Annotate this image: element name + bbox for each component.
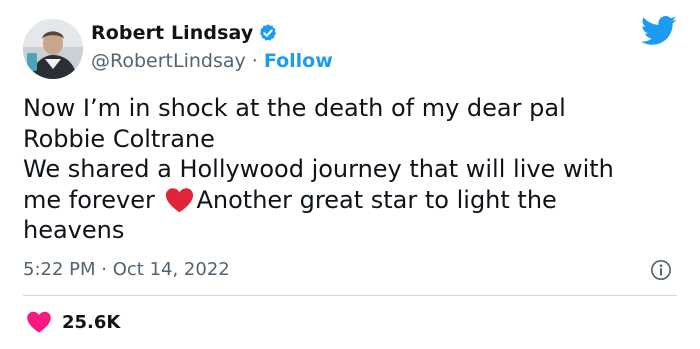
divider [23, 295, 677, 296]
tweet-line: Now I’m in shock at the death of my dear… [23, 94, 566, 122]
tweet-line: We shared a Hollywood journey that will … [23, 155, 614, 183]
author-name-row: Robert Lindsay [91, 22, 278, 44]
tweet-timestamp[interactable]: 5:22 PM · Oct 14, 2022 [23, 259, 230, 280]
tweet-text: Now I’m in shock at the death of my dear… [23, 93, 673, 246]
author-handle[interactable]: @RobertLindsay [91, 50, 246, 72]
like-action[interactable]: 25.6K [26, 311, 120, 333]
verified-badge-icon [260, 24, 277, 41]
separator: · [101, 259, 107, 280]
handle-row: @RobertLindsay · Follow [91, 50, 333, 72]
tweet-line: heavens [23, 216, 125, 244]
separator: · [251, 50, 258, 72]
tweet-time: 5:22 PM [23, 259, 96, 280]
tweet-card: Robert Lindsay @RobertLindsay · Follow N… [0, 0, 700, 349]
red-heart-emoji-icon [166, 187, 194, 212]
like-heart-icon[interactable] [26, 311, 52, 333]
tweet-line-link: Robbie Coltrane [23, 124, 673, 155]
follow-button[interactable]: Follow [264, 50, 333, 72]
twitter-bird-icon[interactable] [641, 16, 677, 46]
tweet-line-with-emoji: me forever Another great star to light t… [23, 185, 673, 216]
tweet-line-text: Another great star to light the [196, 185, 557, 214]
info-icon[interactable] [650, 259, 672, 281]
author-name[interactable]: Robert Lindsay [91, 22, 253, 44]
tweet-date: Oct 14, 2022 [112, 259, 230, 280]
like-count: 25.6K [62, 311, 121, 333]
tweet-line-text: Robbie Coltrane [23, 124, 215, 153]
avatar[interactable] [23, 19, 83, 79]
tweet-line-text: me forever [23, 185, 163, 214]
avatar-image [23, 19, 83, 79]
